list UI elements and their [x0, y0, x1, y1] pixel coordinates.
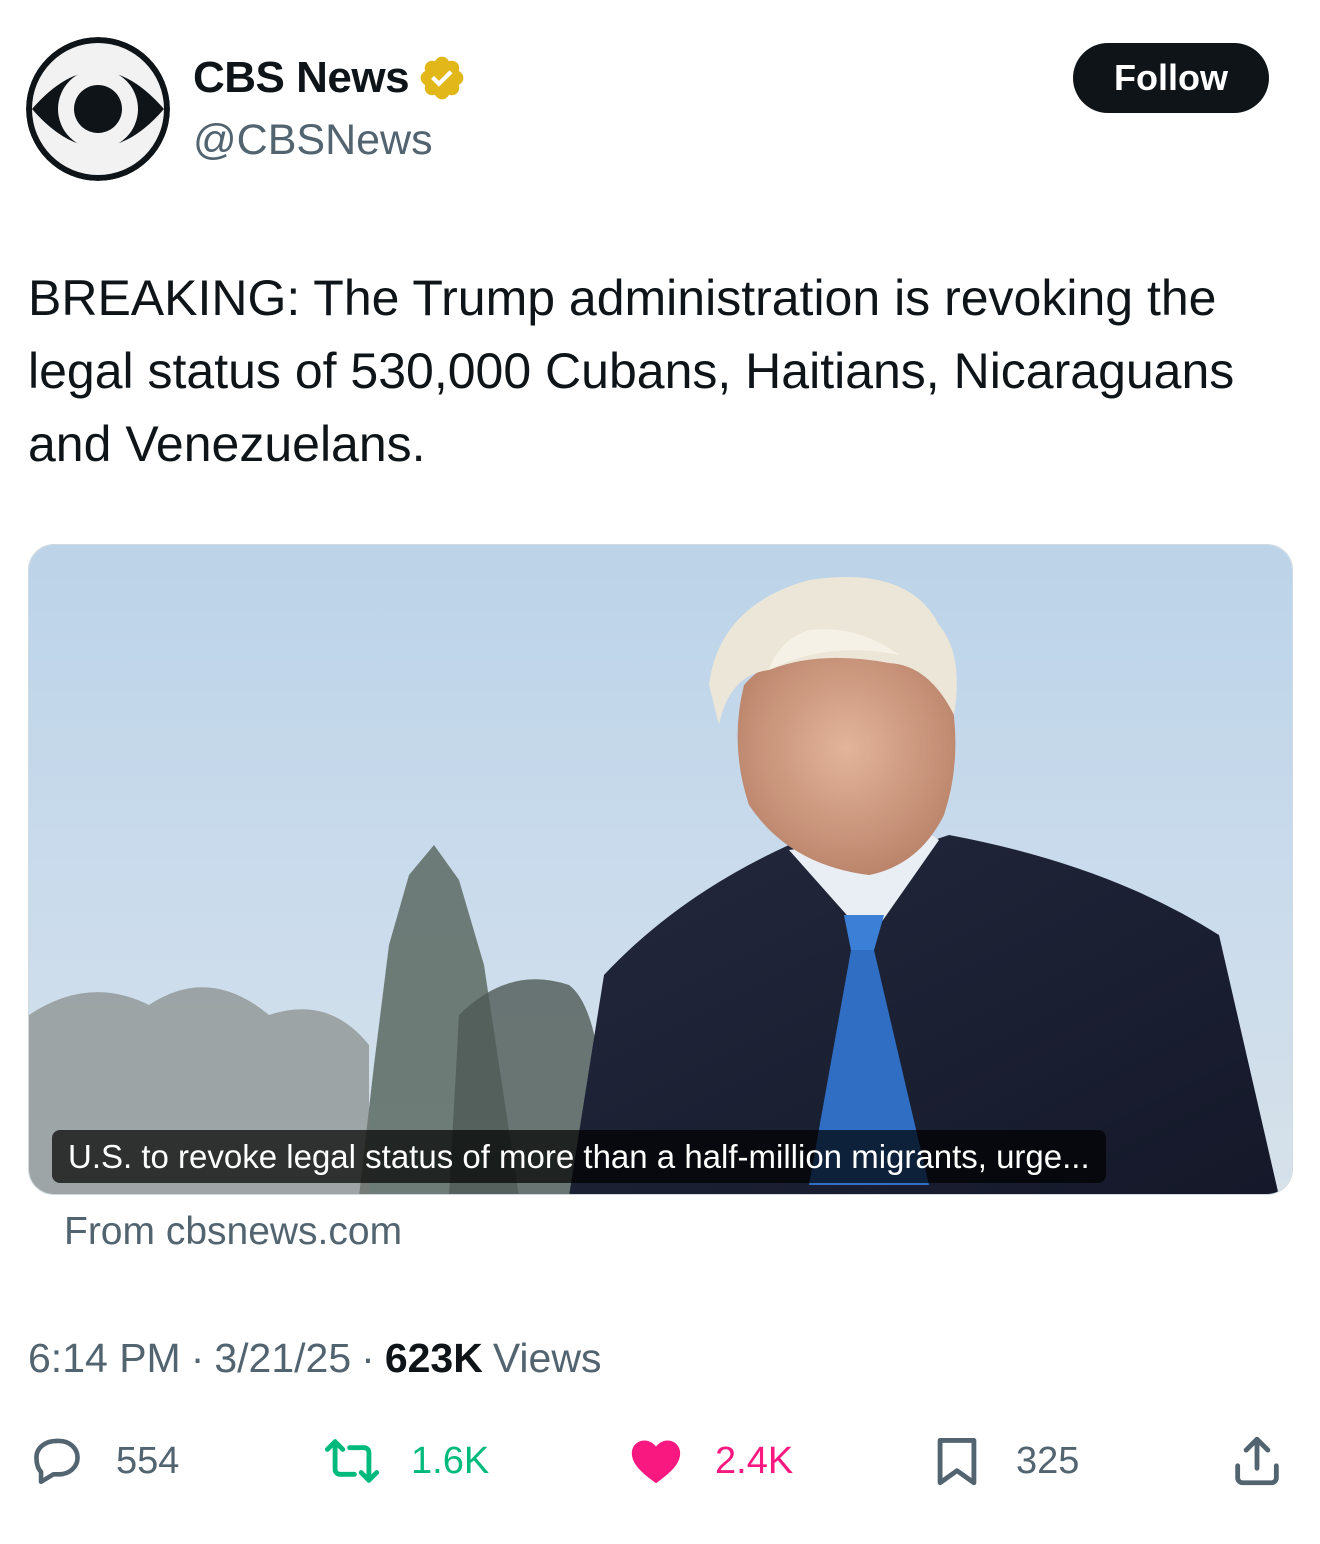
- reply-button[interactable]: 554: [28, 1432, 179, 1490]
- retweet-count: 1.6K: [411, 1439, 490, 1482]
- card-source[interactable]: From cbsnews.com: [64, 1210, 402, 1254]
- display-name[interactable]: CBS News: [193, 53, 410, 103]
- like-count: 2.4K: [715, 1439, 794, 1482]
- bookmark-button[interactable]: 325: [928, 1432, 1079, 1490]
- retweet-icon: [324, 1439, 380, 1483]
- heart-icon: [631, 1440, 681, 1484]
- tweet-header: CBS News @CBSNews Follow: [0, 0, 1320, 200]
- card-photo: [29, 545, 1292, 1194]
- bookmark-count: 325: [1016, 1439, 1080, 1482]
- reply-icon: [34, 1438, 80, 1485]
- separator-dot: ·: [361, 1335, 375, 1381]
- retweet-button[interactable]: 1.6K: [323, 1432, 489, 1490]
- tweet-date[interactable]: 3/21/25: [214, 1335, 351, 1382]
- separator-dot: ·: [190, 1335, 205, 1381]
- tweet-text: BREAKING: The Trump administration is re…: [28, 270, 1235, 472]
- cbs-eye-logo-icon: [26, 37, 170, 181]
- link-card[interactable]: U.S. to revoke legal status of more than…: [28, 544, 1293, 1195]
- card-caption: U.S. to revoke legal status of more than…: [52, 1130, 1106, 1183]
- tweet-meta: 6:14 PM · 3/21/25 · 623K Views: [28, 1335, 601, 1382]
- tweet-time[interactable]: 6:14 PM: [28, 1335, 181, 1382]
- reply-count: 554: [116, 1439, 180, 1482]
- share-button[interactable]: [1228, 1432, 1286, 1490]
- share-icon: [1235, 1436, 1279, 1486]
- avatar[interactable]: [26, 37, 170, 181]
- follow-button[interactable]: Follow: [1073, 43, 1269, 113]
- bookmark-icon: [937, 1438, 977, 1486]
- action-bar: 554 1.6K 2.4K 325: [0, 1400, 1320, 1510]
- verified-badge-icon[interactable]: [417, 53, 467, 103]
- views-label: Views: [492, 1335, 602, 1381]
- like-button[interactable]: 2.4K: [627, 1432, 793, 1490]
- account-handle[interactable]: @CBSNews: [193, 116, 433, 165]
- views-count[interactable]: 623K: [385, 1335, 483, 1382]
- name-row: CBS News: [193, 53, 467, 103]
